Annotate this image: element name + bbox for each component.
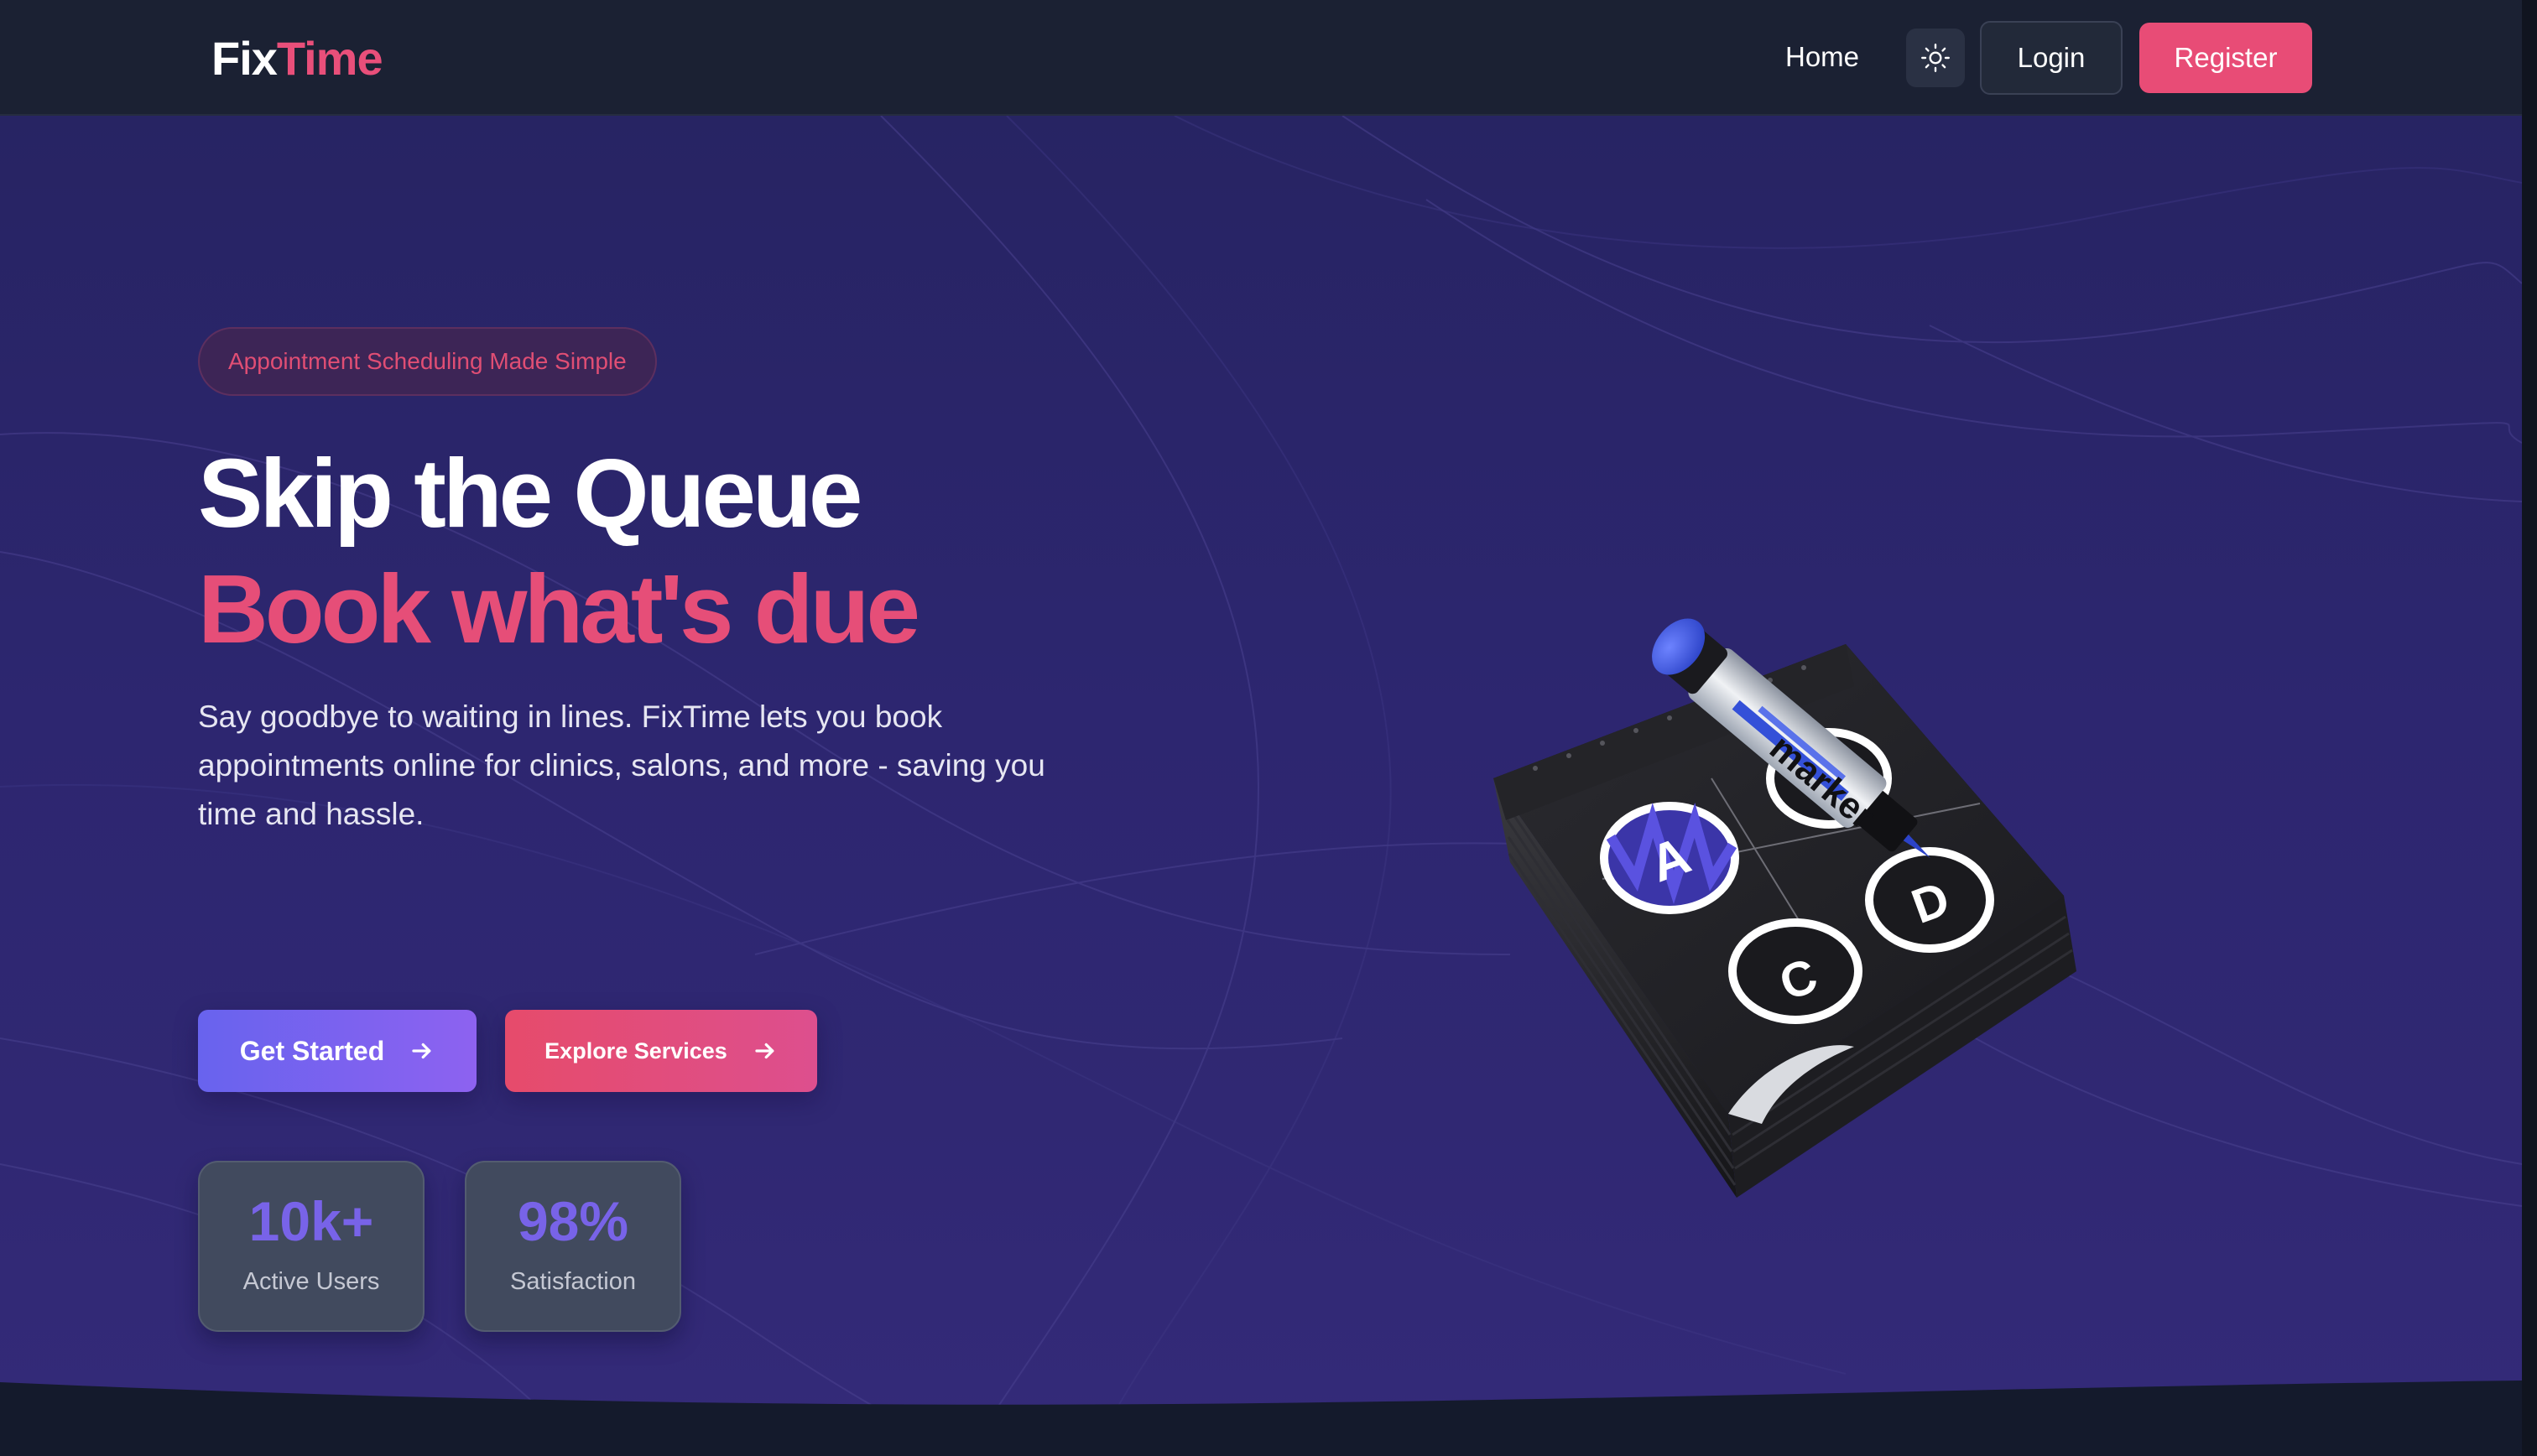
- option-a-circle: A: [1600, 802, 1739, 914]
- sun-icon: [1921, 44, 1950, 72]
- get-started-label: Get Started: [239, 1035, 385, 1066]
- stat-label: Active Users: [242, 1268, 380, 1295]
- arrow-right-icon: [409, 1038, 435, 1063]
- stat-label: Satisfaction: [510, 1268, 636, 1295]
- notepad-marker-illustration: A D C marker: [1493, 618, 2076, 1198]
- explore-services-button[interactable]: Explore Services: [505, 1010, 817, 1092]
- navbar: FixTime Home Login Register: [0, 0, 2522, 116]
- hero-headline-line2: Book what's due: [198, 554, 920, 663]
- logo-text-time: Time: [276, 32, 383, 85]
- explore-services-label: Explore Services: [544, 1037, 727, 1063]
- hero-tag-badge: Appointment Scheduling Made Simple: [198, 327, 657, 396]
- hero-headline-line1: Skip the Queue: [198, 439, 862, 548]
- stat-value: 10k+: [248, 1190, 374, 1252]
- option-d-circle: D: [1865, 847, 1994, 953]
- logo-text-fix: Fix: [211, 32, 278, 85]
- arrow-right-icon: [753, 1038, 778, 1063]
- get-started-button[interactable]: Get Started: [198, 1010, 477, 1092]
- scrollbar-track[interactable]: [2522, 0, 2537, 1456]
- logo[interactable]: FixTime: [211, 30, 383, 87]
- option-c-circle: C: [1728, 918, 1862, 1024]
- login-button[interactable]: Login: [1980, 21, 2123, 95]
- stat-value: 98%: [517, 1190, 629, 1252]
- bottom-wave-divider: [0, 1381, 2522, 1456]
- nav-link-home[interactable]: Home: [1785, 37, 1859, 77]
- page: FixTime Home Login Register Appointment …: [0, 0, 2537, 1456]
- hero-section: Appointment Scheduling Made Simple Skip …: [0, 116, 2522, 1456]
- hero-description: Say goodbye to waiting in lines. FixTime…: [198, 699, 1045, 831]
- theme-toggle-button[interactable]: [1906, 29, 1965, 87]
- register-button[interactable]: Register: [2139, 23, 2312, 93]
